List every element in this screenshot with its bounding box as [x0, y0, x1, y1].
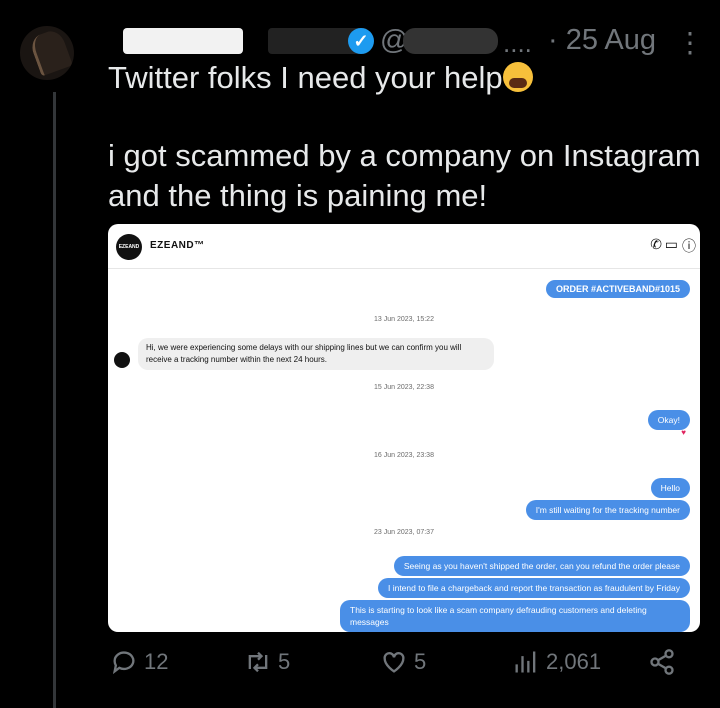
tweet-actions: 12 5 5 2,061 — [108, 648, 698, 684]
author-avatar[interactable] — [20, 26, 74, 80]
more-icon[interactable]: ⋮ — [676, 26, 704, 59]
views-icon — [515, 651, 536, 673]
attached-image[interactable]: EZEAND EZEAND™ ✆ ▭ ⓘ ORDER #ACTIVEBAND#1… — [108, 224, 700, 632]
incoming-message: Hi, we were experiencing some delays wit… — [138, 338, 494, 370]
tweet-text-line1: Twitter folks I need your help — [108, 60, 503, 95]
video-icon: ▭ — [664, 236, 678, 252]
tweet-header: ✓ @ .... · 25 Aug ⋮ — [108, 22, 704, 62]
views-button[interactable]: 2,061 — [512, 648, 601, 676]
tweet-text-line2: i got scammed by a company on Instagram … — [108, 138, 701, 213]
timestamp: 23 Jun 2023, 07:37 — [374, 529, 434, 536]
redacted-name — [123, 28, 243, 54]
sender-avatar — [114, 352, 130, 368]
timestamp: 13 Jun 2023, 15:22 — [374, 316, 434, 323]
outgoing-message: This is starting to look like a scam com… — [340, 600, 690, 632]
thread-line — [53, 92, 56, 708]
outgoing-message: I'm still waiting for the tracking numbe… — [525, 500, 690, 520]
outgoing-message: Seeing as you haven't shipped the order,… — [393, 556, 690, 576]
heart-reaction-icon: ♥ — [681, 428, 686, 437]
timestamp: 15 Jun 2023, 22:38 — [374, 384, 434, 391]
share-icon — [650, 649, 674, 675]
retweet-count: 5 — [278, 649, 291, 674]
reply-count: 12 — [144, 649, 169, 674]
redacted-handle — [403, 28, 498, 54]
like-count: 5 — [414, 649, 427, 674]
phone-icon: ✆ — [650, 236, 662, 252]
timestamp: 16 Jun 2023, 23:38 — [374, 452, 434, 459]
account-name: EZEAND™ — [150, 240, 205, 251]
retweet-icon — [248, 651, 268, 673]
order-message: ORDER #ACTIVEBAND#1015 — [545, 280, 690, 298]
account-logo: EZEAND — [116, 234, 142, 260]
handle-ellipsis: .... — [503, 28, 532, 58]
retweet-button[interactable]: 5 — [244, 648, 290, 676]
tweet-date[interactable]: · 25 Aug — [548, 24, 656, 57]
like-icon — [383, 652, 405, 673]
outgoing-message: Hello — [650, 478, 690, 498]
share-button[interactable] — [648, 648, 676, 676]
outgoing-message: I intend to file a chargeback and report… — [377, 578, 690, 598]
verified-badge-icon: ✓ — [348, 28, 374, 54]
reply-button[interactable]: 12 — [110, 648, 168, 676]
crying-face-emoji-icon — [502, 62, 533, 92]
info-icon: ⓘ — [682, 238, 696, 254]
dm-header: EZEAND EZEAND™ ✆ ▭ ⓘ — [108, 224, 700, 269]
outgoing-message: Okay! — [647, 410, 690, 430]
avatar-image — [28, 27, 73, 77]
views-count: 2,061 — [546, 649, 602, 674]
like-button[interactable]: 5 — [380, 648, 426, 676]
reply-icon — [112, 651, 135, 675]
